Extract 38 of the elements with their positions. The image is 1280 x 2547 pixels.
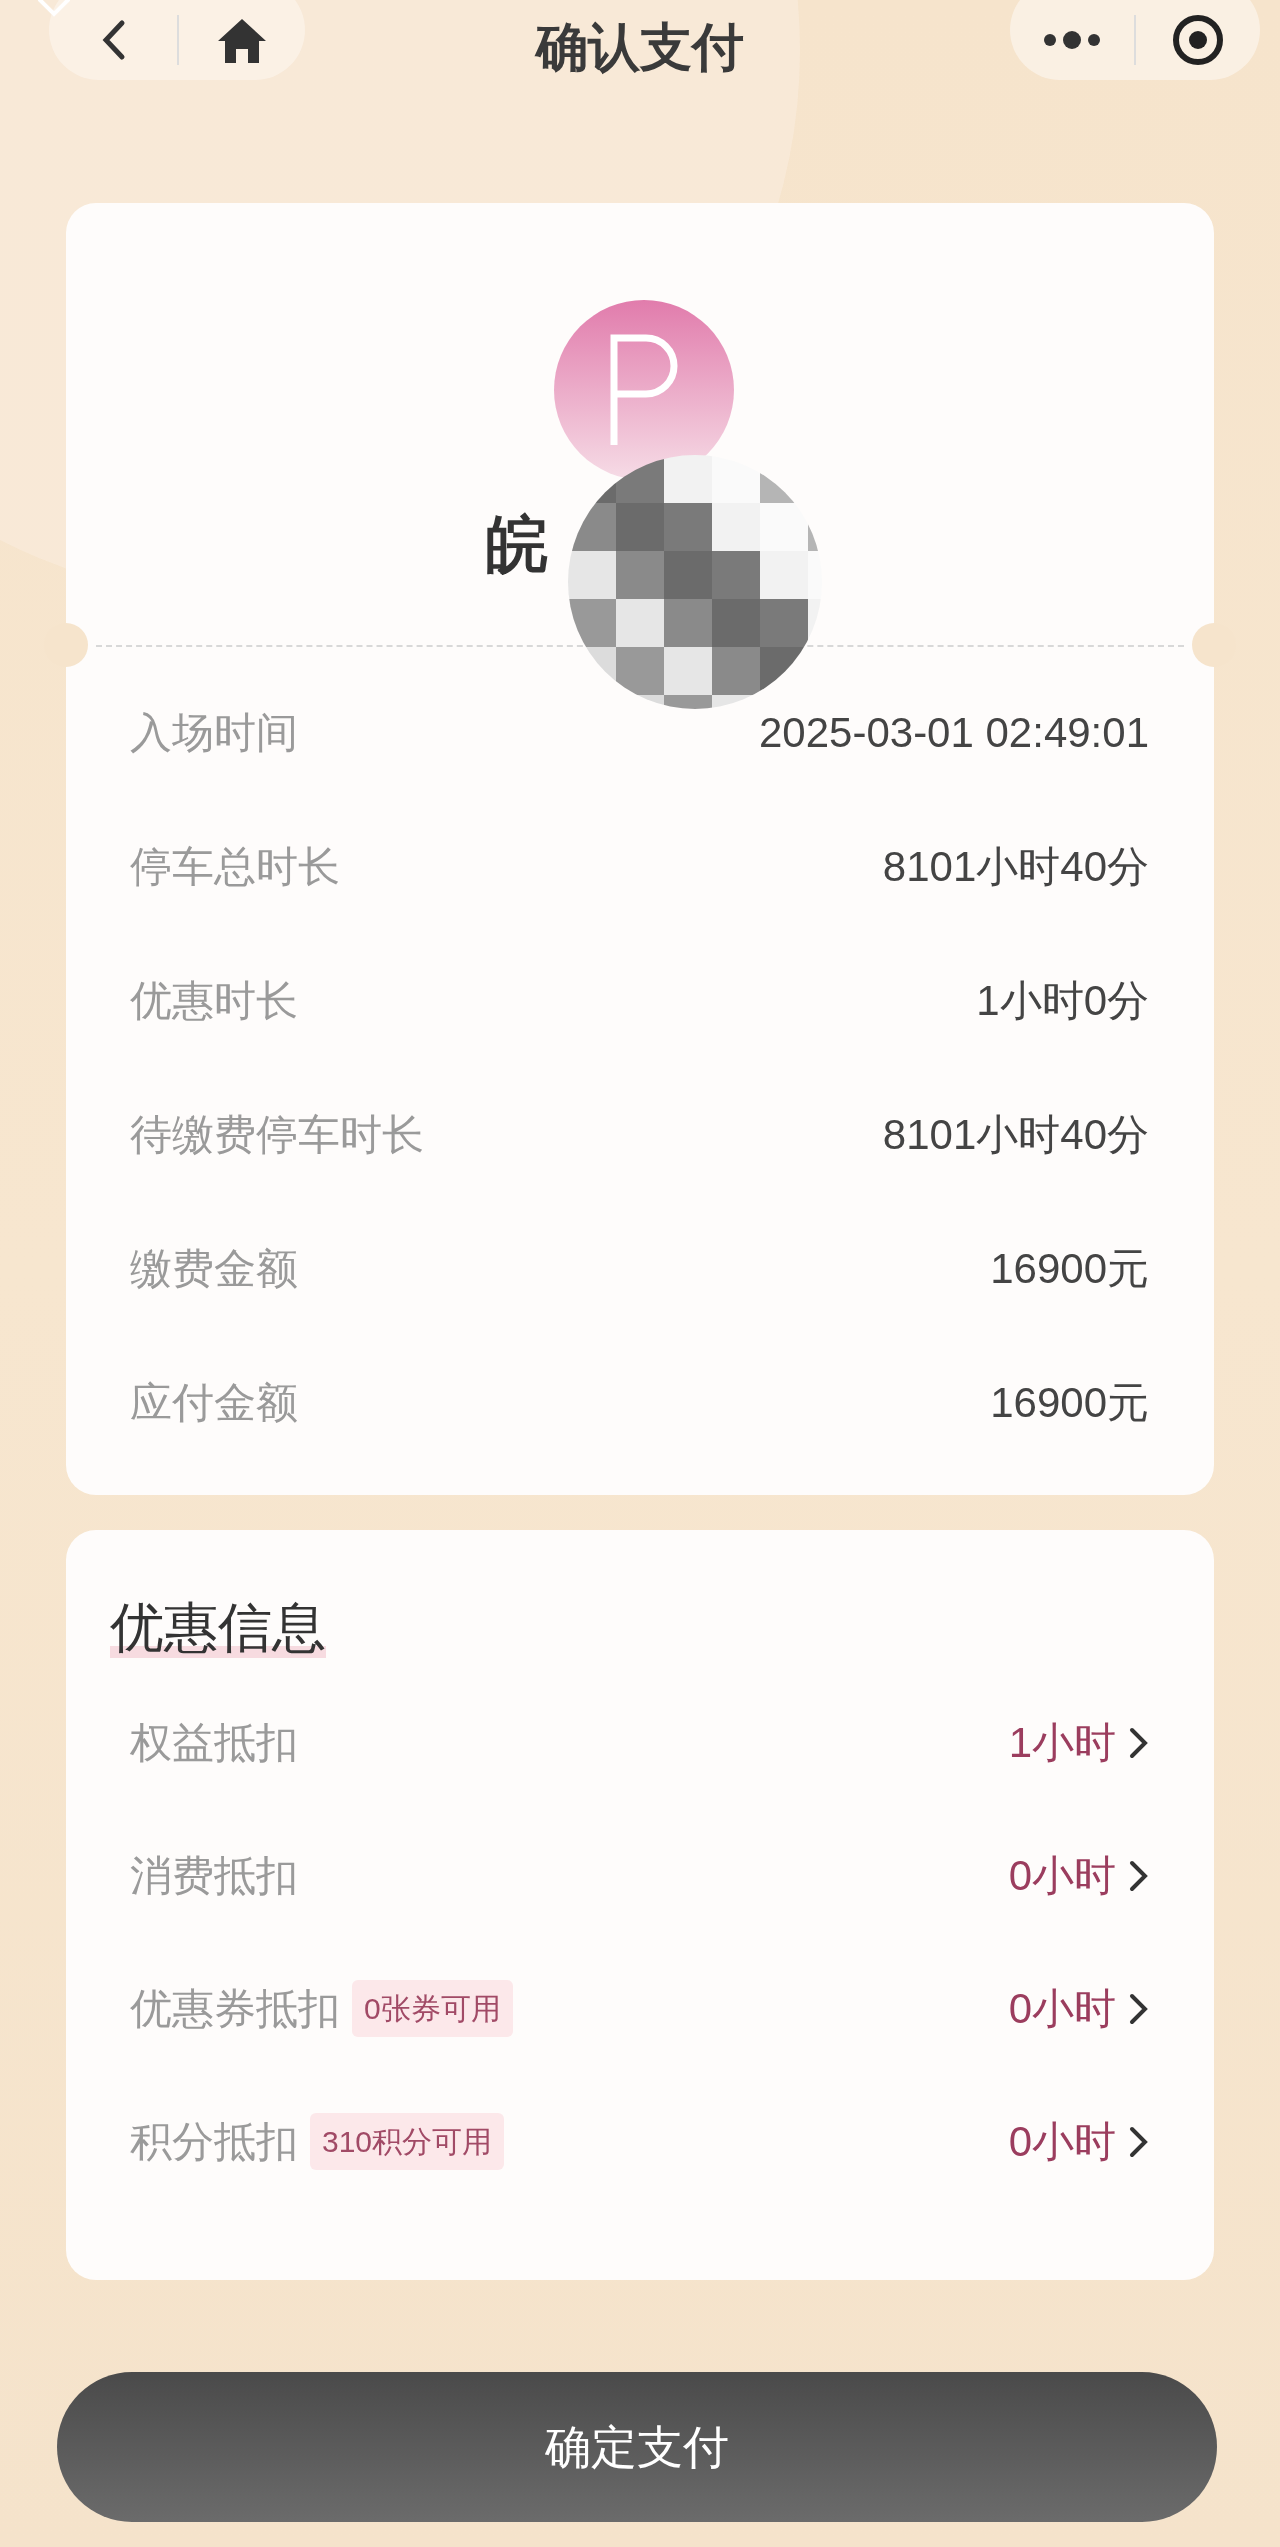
chevron-right-icon bbox=[1128, 2124, 1150, 2159]
field-value: 16900元 bbox=[990, 1243, 1149, 1294]
chevron-right-icon bbox=[1128, 1858, 1150, 1893]
discount-label: 优惠券抵扣 bbox=[130, 1984, 340, 2034]
field-label: 优惠时长 bbox=[130, 975, 298, 1026]
field-value: 16900元 bbox=[990, 1377, 1149, 1428]
home-icon bbox=[216, 17, 268, 63]
confirm-pay-button[interactable]: 确定支付 bbox=[57, 2372, 1217, 2522]
page-title: 确认支付 bbox=[533, 17, 745, 78]
field-value: 1小时0分 bbox=[976, 975, 1149, 1026]
field-label: 停车总时长 bbox=[130, 841, 340, 892]
field-value: 8101小时40分 bbox=[882, 841, 1149, 892]
discount-row[interactable]: 权益抵扣 1小时 bbox=[130, 1676, 1150, 1809]
discount-value: 0小时 bbox=[1008, 1851, 1116, 1901]
back-icon bbox=[100, 19, 126, 61]
discount-value: 0小时 bbox=[1008, 2117, 1116, 2167]
field-label: 入场时间 bbox=[130, 707, 298, 758]
availability-tag: 310积分可用 bbox=[310, 2113, 505, 2170]
availability-tag: 0张券可用 bbox=[352, 1980, 513, 2037]
field-label: 缴费金额 bbox=[130, 1243, 298, 1294]
discount-label: 消费抵扣 bbox=[130, 1851, 298, 1901]
target-icon bbox=[1171, 13, 1225, 67]
discount-label: 积分抵扣 bbox=[130, 2117, 298, 2167]
discount-row[interactable]: 优惠券抵扣 0张券可用 0小时 bbox=[130, 1942, 1150, 2075]
chevron-right-icon bbox=[1128, 1991, 1150, 2026]
chevron-right-icon bbox=[1128, 1725, 1150, 1760]
section-title: 优惠信息 bbox=[110, 1600, 326, 1658]
field-value: 2025-03-01 02:49:01 bbox=[759, 707, 1149, 758]
discount-value: 0小时 bbox=[1008, 1984, 1116, 2034]
field-label: 应付金额 bbox=[130, 1377, 298, 1428]
discount-label: 权益抵扣 bbox=[130, 1718, 298, 1768]
discount-value: 1小时 bbox=[1008, 1718, 1116, 1768]
field-label: 待缴费停车时长 bbox=[130, 1109, 424, 1160]
discount-row[interactable]: 积分抵扣 310积分可用 0小时 bbox=[130, 2075, 1150, 2208]
license-plate: 皖 bbox=[486, 513, 548, 575]
field-value: 8101小时40分 bbox=[882, 1109, 1149, 1160]
discount-row[interactable]: 消费抵扣 0小时 bbox=[130, 1809, 1150, 1942]
more-icon bbox=[1042, 30, 1102, 50]
